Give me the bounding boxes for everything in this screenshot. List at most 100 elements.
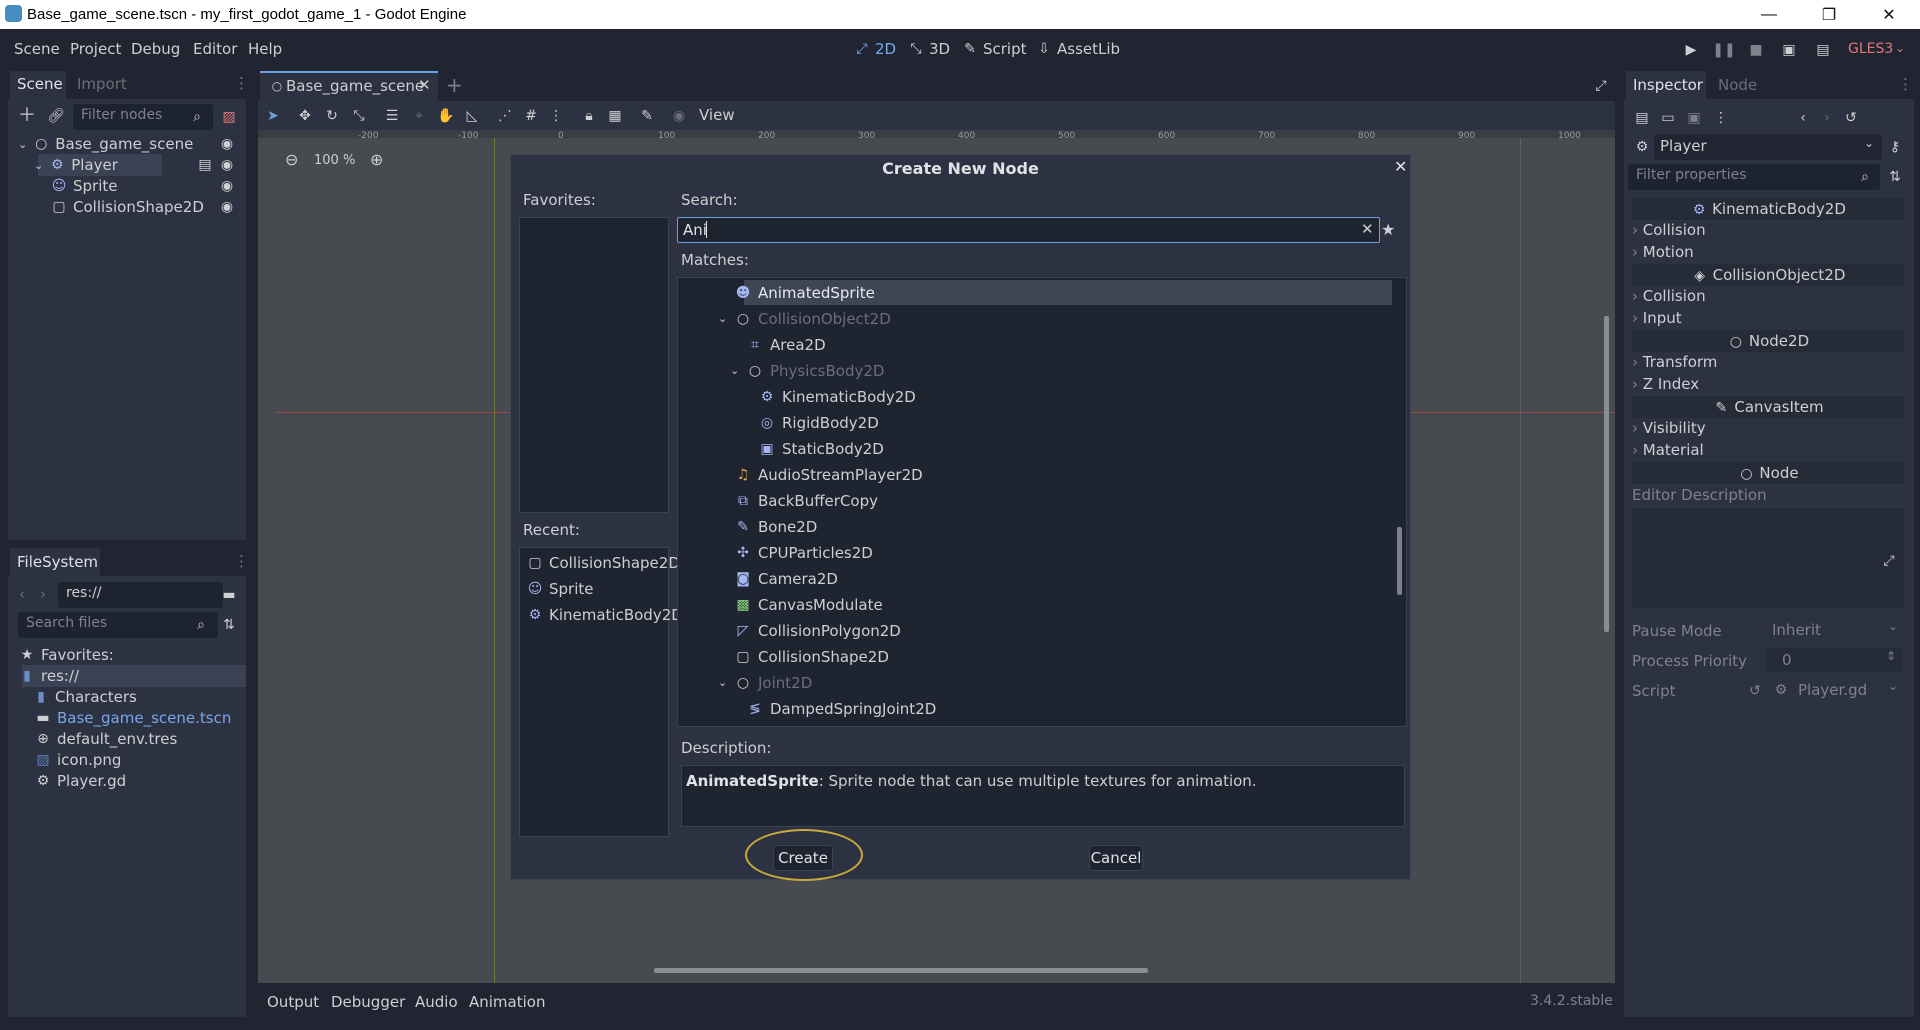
path-field[interactable]: res://	[58, 582, 223, 608]
match-item[interactable]: ▢ CollisionShape2D	[718, 644, 889, 669]
visibility-eye-icon[interactable]: ◉	[218, 198, 236, 216]
filesystem-item[interactable]: ▮ Characters	[32, 688, 137, 706]
filesystem-item[interactable]: ⚙ Player.gd	[34, 772, 126, 790]
collapse-icon[interactable]: ⌄	[718, 676, 728, 689]
mode-2d-button[interactable]: ⤢ 2D	[853, 40, 896, 58]
matches-tree[interactable]: ☻ AnimatedSprite ⌄ ○ CollisionObject2D ⌗ Area2…	[677, 277, 1407, 727]
pause-icon[interactable]: ❚❚	[1712, 41, 1735, 59]
stepper-icon[interactable]: ⇕	[1886, 649, 1896, 663]
match-item[interactable]: ✣ CPUParticles2D	[718, 540, 873, 565]
favorite-star-icon[interactable]: ★	[1381, 220, 1395, 239]
add-tab-icon[interactable]: +	[446, 73, 463, 97]
bone-icon[interactable]: ✎	[638, 107, 656, 125]
cancel-button[interactable]: Cancel	[1089, 845, 1143, 871]
ruler-icon[interactable]: ◺	[463, 107, 481, 125]
pan-icon[interactable]: ✋	[437, 107, 455, 125]
inspector-group[interactable]: › Collision	[1632, 221, 1706, 239]
tab-import[interactable]: Import	[77, 75, 127, 93]
pause-mode-select[interactable]: Inherit ⌄	[1766, 618, 1902, 642]
recent-item[interactable]: ⚙ KinematicBody2D	[526, 606, 683, 624]
visibility-eye-icon[interactable]: ◉	[218, 177, 236, 195]
chevron-down-icon[interactable]: ⌄	[1895, 41, 1905, 55]
snap-options-icon[interactable]: ⋮	[547, 107, 565, 125]
mode-script-button[interactable]: ✎ Script	[961, 40, 1026, 58]
distraction-free-icon[interactable]: ⤢	[1592, 77, 1610, 95]
recent-item[interactable]: ☺ Sprite	[526, 580, 594, 598]
inspector-group[interactable]: › Z Index	[1632, 375, 1699, 393]
grid-snap-icon[interactable]: #	[522, 107, 540, 125]
match-item[interactable]: ✎ Bone2D	[718, 514, 817, 539]
vertical-scrollbar[interactable]	[1604, 316, 1609, 632]
visibility-eye-icon[interactable]: ◉	[218, 156, 236, 174]
minimize-button[interactable]: —	[1746, 0, 1792, 29]
collapse-icon[interactable]: ⌄	[18, 138, 27, 151]
match-item[interactable]: ☻ AnimatedSprite	[718, 280, 875, 305]
instance-scene-icon[interactable]: ▨	[220, 108, 238, 126]
dock-menu-icon[interactable]: ⋮	[234, 552, 249, 570]
history-back-icon[interactable]: ‹	[1794, 109, 1812, 127]
link-icon[interactable]: 🔗︎	[47, 107, 65, 125]
list-select-icon[interactable]: ☰	[383, 107, 401, 125]
process-priority-field[interactable]: 0 ⇕	[1766, 648, 1902, 672]
inspector-group[interactable]: › Visibility	[1632, 419, 1706, 437]
history-icon[interactable]: ↺	[1842, 109, 1860, 127]
clear-search-icon[interactable]: ✕	[1361, 220, 1374, 238]
view-menu[interactable]: View	[699, 106, 735, 124]
play-icon[interactable]: ▶	[1682, 41, 1700, 59]
split-view-icon[interactable]: ▬	[220, 586, 238, 604]
camera-override-icon[interactable]: ◉	[670, 107, 688, 125]
search-input[interactable]: Ani ✕	[677, 217, 1380, 243]
add-node-icon[interactable]: ＋	[18, 107, 36, 125]
match-item[interactable]: ▣ StaticBody2D	[742, 436, 883, 461]
collapse-icon[interactable]: ⌄	[730, 364, 740, 377]
menu-help[interactable]: Help	[248, 40, 282, 58]
menu-debug[interactable]: Debug	[131, 40, 180, 58]
filesystem-item[interactable]: ▮ res://	[18, 667, 79, 685]
expand-icon[interactable]: ⤢	[1880, 552, 1898, 570]
script-attached-icon[interactable]: ▤	[196, 156, 214, 174]
match-item[interactable]: ▩ CanvasModulate	[718, 592, 882, 617]
visibility-eye-icon[interactable]: ◉	[218, 135, 236, 153]
scene-tree-item[interactable]: ☺ Sprite	[50, 177, 118, 195]
horizontal-scrollbar[interactable]	[654, 968, 1148, 973]
new-resource-icon[interactable]: ▤	[1633, 109, 1651, 127]
tab-audio[interactable]: Audio	[415, 993, 458, 1011]
play-scene-icon[interactable]: ▣	[1780, 41, 1798, 59]
object-props-icon[interactable]: ⚷	[1886, 138, 1904, 156]
tab-output[interactable]: Output	[267, 993, 319, 1011]
lock-icon[interactable]: 🔒︎	[580, 107, 598, 125]
scene-tree-item[interactable]: ▢ CollisionShape2D	[50, 198, 204, 216]
matches-scrollbar-thumb[interactable]	[1397, 527, 1402, 595]
create-button[interactable]: Create	[773, 845, 833, 871]
collapse-icon[interactable]: ⌄	[34, 159, 43, 172]
sort-icon[interactable]: ⇅	[220, 616, 238, 634]
dock-menu-icon[interactable]: ⋮	[234, 74, 249, 92]
maximize-button[interactable]: ❐	[1806, 0, 1852, 29]
filesystem-item[interactable]: ⊕ default_env.tres	[34, 730, 177, 748]
smart-snap-icon[interactable]: ⋰	[496, 107, 514, 125]
match-item[interactable]: ⧉ BackBufferCopy	[718, 488, 878, 513]
menu-project[interactable]: Project	[70, 40, 121, 58]
pivot-icon[interactable]: ⌖	[410, 107, 428, 125]
group-icon[interactable]: ▦	[606, 107, 624, 125]
mode-assetlib-button[interactable]: ⇩ AssetLib	[1035, 40, 1120, 58]
tab-animation[interactable]: Animation	[469, 993, 545, 1011]
inspector-group[interactable]: › Material	[1632, 441, 1704, 459]
recent-item[interactable]: ▢ CollisionShape2D	[526, 554, 680, 572]
filesystem-item[interactable]: ★ Favorites:	[18, 646, 114, 664]
inspector-group[interactable]: › Collision	[1632, 287, 1706, 305]
move-mode-icon[interactable]: ✥	[296, 107, 314, 125]
open-folder-icon[interactable]: ▭	[1659, 109, 1677, 127]
close-window-button[interactable]: ✕	[1866, 0, 1912, 29]
stop-icon[interactable]: ■	[1747, 41, 1765, 59]
rotate-mode-icon[interactable]: ↻	[323, 107, 341, 125]
match-item[interactable]: ⌄ ○ Joint2D	[718, 670, 812, 695]
match-item[interactable]: ⚙ KinematicBody2D	[742, 384, 916, 409]
inspector-group[interactable]: › Input	[1632, 309, 1682, 327]
search-files-input[interactable]: Search files	[18, 612, 218, 638]
match-item[interactable]: ♫ AudioStreamPlayer2D	[718, 462, 923, 487]
menu-editor[interactable]: Editor	[193, 40, 237, 58]
dock-menu-icon[interactable]: ⋮	[1898, 75, 1913, 93]
match-item[interactable]: ◎ RigidBody2D	[742, 410, 879, 435]
property-options-icon[interactable]: ⇅	[1886, 168, 1904, 186]
